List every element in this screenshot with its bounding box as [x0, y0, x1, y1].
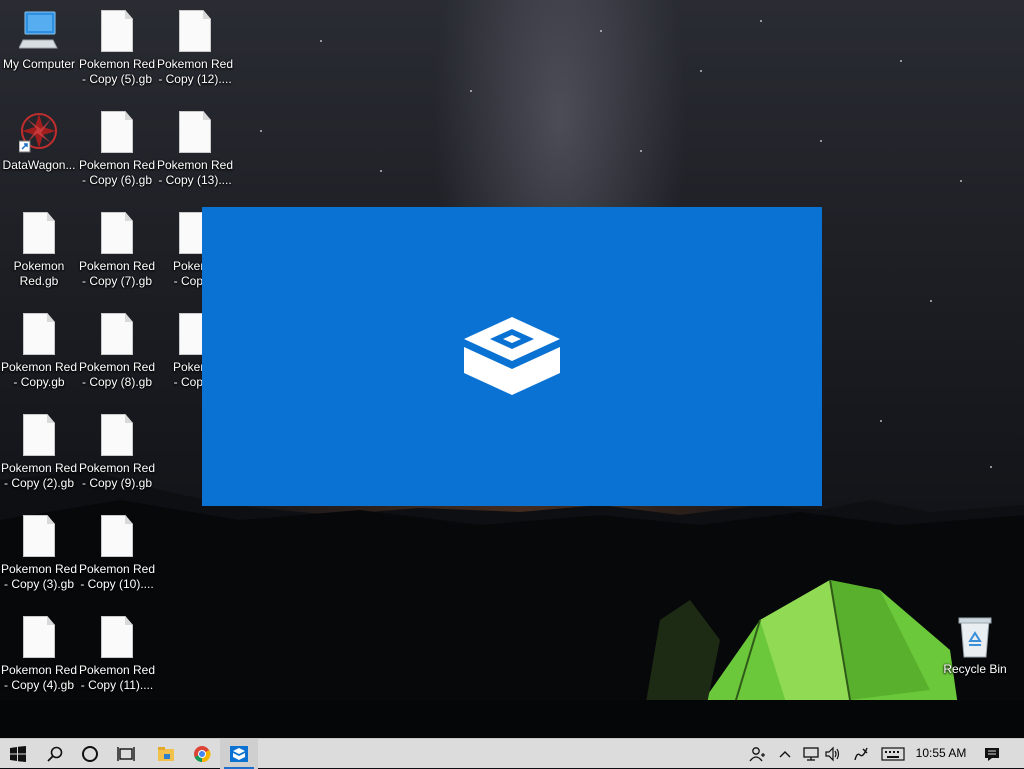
- desktop-icon-label: My Computer: [2, 57, 76, 71]
- file-explorer-icon: [158, 747, 174, 761]
- desktop-icon-label: Pokemon Red - Copy.gb: [0, 360, 78, 389]
- cortana-button[interactable]: [72, 739, 108, 769]
- desktop-icon-label: Pokemon Red - Copy (7).gb: [78, 259, 156, 288]
- network-icon: [803, 747, 819, 761]
- file-icon: [175, 10, 215, 54]
- datawagon-shortcut-icon: [18, 111, 59, 155]
- desktop-icon-file[interactable]: Pokemon Red - Copy (11)....: [78, 616, 156, 693]
- desktop-icon-file[interactable]: Pokemon Red - Copy (6).gb: [78, 111, 156, 188]
- sandbox-icon: [230, 746, 248, 762]
- desktop-icon-label: Pokemon Red - Copy (5).gb: [78, 57, 156, 86]
- taskbar-file-explorer[interactable]: [148, 739, 184, 769]
- desktop-icon-label: DataWagon...: [2, 158, 76, 172]
- file-icon: [19, 414, 59, 458]
- desktop-icon-label: Pokemon Red - Copy (12)....: [156, 57, 234, 86]
- file-icon: [97, 212, 137, 256]
- file-icon: [19, 616, 59, 660]
- desktop-icon-label: Pokemon Red - Copy (11)....: [78, 663, 156, 692]
- desktop-icon-file[interactable]: Pokemon Red - Copy (8).gb: [78, 313, 156, 390]
- file-icon: [19, 515, 59, 559]
- desktop-icon-file[interactable]: Pokemon Red - Copy (2).gb: [0, 414, 78, 491]
- desktop-icon-label: Pokemon Red - Copy (2).gb: [0, 461, 78, 490]
- chevron-up-icon: [779, 751, 791, 758]
- desktop-icon-datawagon[interactable]: DataWagon...: [0, 111, 78, 173]
- people-button[interactable]: [746, 739, 768, 769]
- sandbox-splash-window[interactable]: [202, 207, 822, 506]
- taskbar-chrome[interactable]: [184, 739, 220, 769]
- taskbar-clock[interactable]: 10:55 AM: [910, 739, 972, 769]
- desktop-icon-label: Pokemon Red - Copy (9).gb: [78, 461, 156, 490]
- taskbar-sandbox[interactable]: [220, 739, 258, 769]
- desktop-icon-recycle-bin[interactable]: Recycle Bin: [936, 615, 1014, 677]
- computer-icon: [18, 10, 59, 54]
- desktop-icon-file[interactable]: Pokemon Red - Copy (9).gb: [78, 414, 156, 491]
- desktop-icon-label: Pokemon Red - Copy (13)....: [156, 158, 234, 187]
- file-icon: [97, 414, 137, 458]
- desktop-icon-label: Pokemon Red.gb: [13, 259, 65, 288]
- desktop-icon-file[interactable]: Pokemon Red - Copy.gb: [0, 313, 78, 390]
- desktop-icon-file[interactable]: Pokemon Red - Copy (7).gb: [78, 212, 156, 289]
- file-icon: [97, 10, 137, 54]
- volume-button[interactable]: [822, 739, 844, 769]
- network-button[interactable]: [800, 739, 822, 769]
- taskbar: 10:55 AM: [0, 738, 1024, 769]
- pen-workspace-button[interactable]: [850, 739, 872, 769]
- pen-icon: [854, 747, 868, 761]
- desktop-icon-file[interactable]: Pokemon Red.gb: [0, 212, 78, 289]
- desktop-icon-file[interactable]: Pokemon Red - Copy (10)....: [78, 515, 156, 592]
- recycle-bin-icon: [955, 615, 995, 659]
- task-view-icon: [117, 747, 135, 761]
- search-icon: [47, 746, 63, 762]
- volume-icon: [825, 746, 840, 762]
- task-view-button[interactable]: [108, 739, 144, 769]
- desktop-icon-file[interactable]: Pokemon Red - Copy (13)....: [156, 111, 234, 188]
- file-icon: [19, 313, 59, 357]
- show-hidden-icons-button[interactable]: [776, 739, 794, 769]
- desktop-icon-label: Pokemon Red - Copy (4).gb: [0, 663, 78, 692]
- file-icon: [97, 616, 137, 660]
- sandbox-box-icon: [464, 317, 560, 395]
- desktop-icon-file[interactable]: Pokemon Red - Copy (12)....: [156, 10, 234, 87]
- file-icon: [97, 313, 137, 357]
- desktop-icon-label: Pokemon Red - Copy (6).gb: [78, 158, 156, 187]
- cortana-circle-icon: [82, 746, 98, 762]
- desktop-icon-file[interactable]: Pokemon Red - Copy (5).gb: [78, 10, 156, 87]
- keyboard-icon: [881, 747, 905, 761]
- desktop-icon-my-computer[interactable]: My Computer: [0, 10, 78, 72]
- desktop-icon-label: Recycle Bin: [943, 662, 1007, 676]
- desktop-icon-label: Pokemon Red - Copy (10)....: [78, 562, 156, 591]
- search-button[interactable]: [38, 739, 72, 769]
- file-icon: [19, 212, 59, 256]
- action-center-icon: [985, 747, 999, 761]
- file-icon: [97, 515, 137, 559]
- desktop-icon-label: Pokemon Red - Copy (8).gb: [78, 360, 156, 389]
- file-icon: [175, 111, 215, 155]
- desktop-icon-label: Pokemon Red - Copy (3).gb: [0, 562, 78, 591]
- chrome-icon: [194, 746, 211, 763]
- touch-keyboard-button[interactable]: [878, 739, 908, 769]
- desktop-icon-file[interactable]: Pokemon Red - Copy (4).gb: [0, 616, 78, 693]
- desktop-icon-file[interactable]: Pokemon Red - Copy (3).gb: [0, 515, 78, 592]
- people-icon: [749, 747, 765, 762]
- start-button[interactable]: [0, 739, 36, 769]
- action-center-button[interactable]: [978, 739, 1006, 769]
- file-icon: [97, 111, 137, 155]
- windows-logo-icon: [10, 746, 26, 762]
